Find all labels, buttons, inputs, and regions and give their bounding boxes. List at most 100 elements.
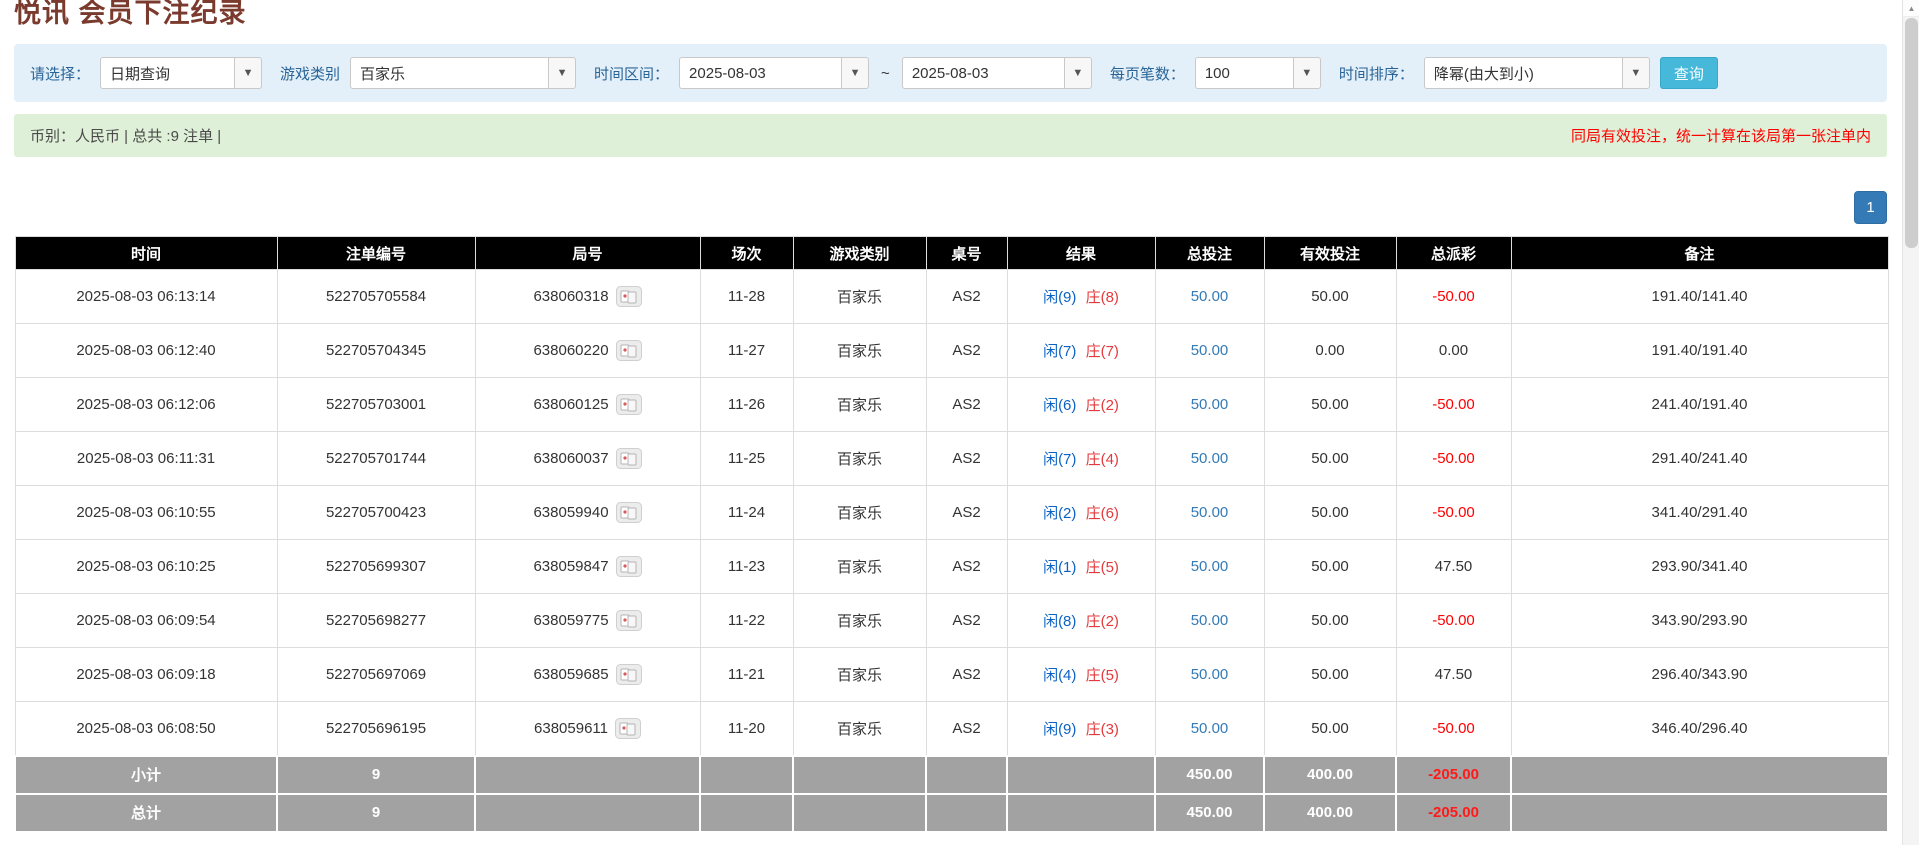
- date-to-caret-button[interactable]: ▼: [1063, 57, 1092, 89]
- round-replay-icon[interactable]: [615, 502, 642, 523]
- cell-bet-no: 522705703001: [276, 377, 476, 432]
- table-row: 2025-08-03 06:12:06 522705703001 6380601…: [14, 377, 1889, 432]
- header-note: 备注: [1510, 236, 1889, 270]
- result-banker: 庄(5): [1085, 667, 1119, 684]
- pagination-page-1-button[interactable]: 1: [1854, 191, 1887, 224]
- cell-bet-no: 522705700423: [276, 485, 476, 540]
- result-player: 闲(7): [1043, 451, 1077, 468]
- table-header-row: 时间 注单编号 局号 场次 游戏类别 桌号 结果 总投注 有效投注 总派彩 备注: [14, 236, 1889, 270]
- game-type-input[interactable]: [350, 57, 549, 89]
- per-page-label: 每页笔数：: [1109, 65, 1185, 83]
- round-number: 638060037: [533, 450, 609, 467]
- per-page-caret-button[interactable]: ▼: [1292, 57, 1321, 89]
- result-player: 闲(2): [1043, 505, 1077, 522]
- round-replay-icon[interactable]: [615, 448, 642, 469]
- total-total-bet: 450.00: [1154, 792, 1265, 833]
- cell-session: 11-28: [699, 269, 794, 324]
- cell-valid-bet: 50.00: [1263, 593, 1397, 648]
- page-title: 悦讯 会员下注纪录: [14, 0, 247, 28]
- cell-payout: -50.00: [1395, 593, 1512, 648]
- cell-round-no: 638059940: [474, 485, 701, 540]
- scrollbar-thumb[interactable]: [1905, 18, 1918, 248]
- result-player: 闲(8): [1043, 613, 1077, 630]
- table-body: 2025-08-03 06:13:14 522705705584 6380603…: [14, 269, 1889, 756]
- header-game-type: 游戏类别: [792, 236, 927, 270]
- round-replay-icon[interactable]: [615, 664, 642, 685]
- round-replay-icon[interactable]: [615, 394, 642, 415]
- cell-note: 343.90/293.90: [1510, 593, 1889, 648]
- header-session: 场次: [699, 236, 794, 270]
- date-from-caret-button[interactable]: ▼: [841, 57, 870, 89]
- per-page-input[interactable]: [1194, 57, 1293, 89]
- result-banker: 庄(4): [1085, 451, 1119, 468]
- cell-payout: 0.00: [1395, 323, 1512, 378]
- cell-result: 闲(4) 庄(5): [1006, 647, 1156, 702]
- game-type-label: 游戏类别: [280, 65, 341, 83]
- cell-game-type: 百家乐: [792, 377, 927, 432]
- round-replay-icon[interactable]: [615, 556, 642, 577]
- sort-input[interactable]: [1423, 57, 1622, 89]
- cell-bet-no: 522705704345: [276, 323, 476, 378]
- cell-time: 2025-08-03 06:11:31: [14, 431, 278, 486]
- cell-result: 闲(1) 庄(5): [1006, 539, 1156, 594]
- sort-caret-button[interactable]: ▼: [1621, 57, 1650, 89]
- cell-bet-no: 522705697069: [276, 647, 476, 702]
- subtotal-label: 小计: [14, 754, 278, 795]
- subtotal-row: 小计 9 450.00 400.00 -205.00: [14, 754, 1889, 795]
- cell-result: 闲(9) 庄(8): [1006, 269, 1156, 324]
- page-title-wrap: 悦讯 会员下注纪录: [14, 0, 1887, 30]
- cell-bet-no: 522705701744: [276, 431, 476, 486]
- date-to-input[interactable]: [901, 57, 1064, 89]
- cell-game-type: 百家乐: [792, 269, 927, 324]
- chevron-down-icon: ▼: [849, 67, 861, 79]
- round-replay-icon[interactable]: [615, 286, 642, 307]
- table-row: 2025-08-03 06:09:54 522705698277 6380597…: [14, 593, 1889, 648]
- cell-valid-bet: 50.00: [1263, 269, 1397, 324]
- query-type-caret-button[interactable]: ▼: [234, 57, 263, 89]
- total-count: 9: [276, 792, 476, 833]
- round-replay-icon[interactable]: [614, 717, 641, 739]
- query-type-input[interactable]: [100, 57, 235, 89]
- cell-valid-bet: 50.00: [1263, 539, 1397, 594]
- summary-currency-total: 币别：人民币 | 总共 :9 注单 |: [30, 128, 222, 145]
- result-player: 闲(6): [1043, 397, 1077, 414]
- scrollbar-up-arrow[interactable]: ▲: [1903, 0, 1919, 17]
- total-row: 总计 9 450.00 400.00 -205.00: [14, 792, 1889, 833]
- cell-note: 291.40/241.40: [1510, 431, 1889, 486]
- cell-time: 2025-08-03 06:10:55: [14, 485, 278, 540]
- table-row: 2025-08-03 06:09:18 522705697069 6380596…: [14, 647, 1889, 702]
- result-banker: 庄(3): [1085, 720, 1119, 738]
- cell-table-no: AS2: [925, 701, 1008, 756]
- cell-game-type: 百家乐: [792, 485, 927, 540]
- round-number: 638060125: [533, 396, 609, 413]
- cell-note: 191.40/141.40: [1510, 269, 1889, 324]
- table-row: 2025-08-03 06:12:40 522705704345 6380602…: [14, 323, 1889, 378]
- date-range-tilde: ~: [881, 64, 890, 82]
- cell-table-no: AS2: [925, 485, 1008, 540]
- cell-note: 296.40/343.90: [1510, 647, 1889, 702]
- date-from-input[interactable]: [679, 57, 842, 89]
- cell-time: 2025-08-03 06:09:18: [14, 647, 278, 702]
- result-banker: 庄(7): [1085, 343, 1119, 360]
- search-button[interactable]: 查询: [1659, 57, 1718, 89]
- cell-game-type: 百家乐: [792, 593, 927, 648]
- subtotal-payout: -205.00: [1395, 754, 1512, 795]
- game-type-caret-button[interactable]: ▼: [548, 57, 577, 89]
- cell-session: 11-27: [699, 323, 794, 378]
- chevron-down-icon: ▼: [556, 67, 568, 79]
- game-type-combobox: ▼: [350, 57, 577, 89]
- round-replay-icon[interactable]: [615, 610, 642, 631]
- vertical-scrollbar[interactable]: ▲: [1902, 0, 1919, 845]
- chevron-down-icon: ▼: [1301, 67, 1313, 79]
- subtotal-valid-bet: 400.00: [1263, 754, 1397, 795]
- cell-result: 闲(7) 庄(7): [1006, 323, 1156, 378]
- page: 悦讯 会员下注纪录 请选择： ▼ 游戏类别 ▼ 时间区间： ▼ ~ ▼ 每页笔数…: [0, 0, 1902, 833]
- cell-table-no: AS2: [925, 377, 1008, 432]
- cell-session: 11-25: [699, 431, 794, 486]
- cell-total-bet: 50.00: [1154, 377, 1265, 432]
- cell-payout: -50.00: [1395, 485, 1512, 540]
- round-replay-icon[interactable]: [615, 340, 642, 361]
- subtotal-count: 9: [276, 754, 476, 795]
- filter-bar: 请选择： ▼ 游戏类别 ▼ 时间区间： ▼ ~ ▼ 每页笔数： ▼ 时间排序： …: [14, 44, 1887, 102]
- result-player: 闲(9): [1043, 720, 1077, 738]
